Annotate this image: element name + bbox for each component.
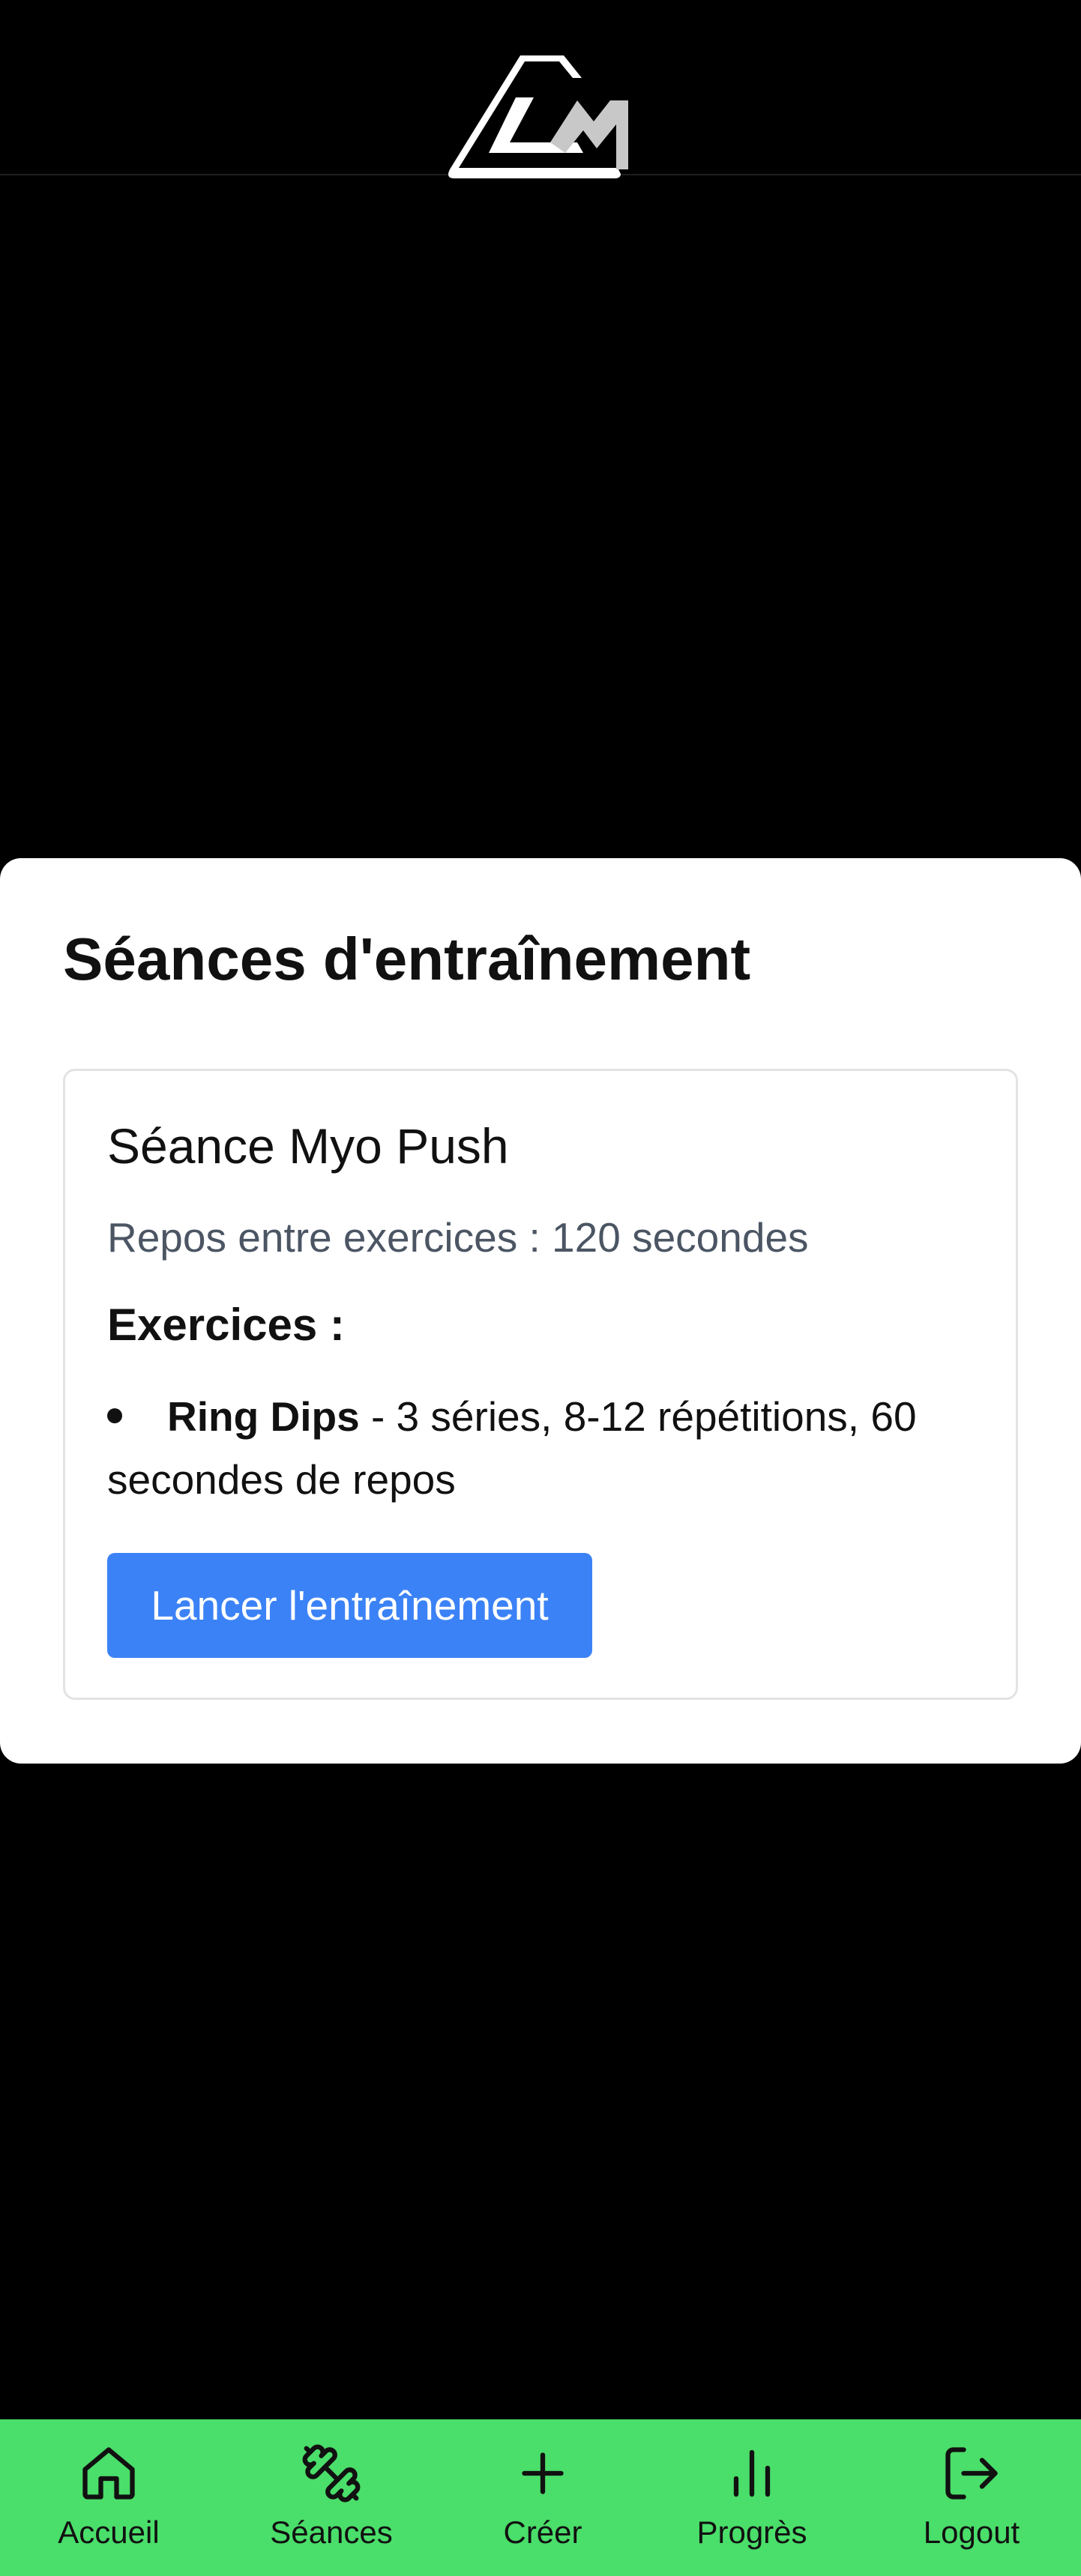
- nav-item-creer[interactable]: Créer: [453, 2419, 633, 2576]
- nav-item-accueil[interactable]: Accueil: [19, 2419, 199, 2576]
- modal-title: Séances d'entraînement: [63, 926, 751, 992]
- nav-label-logout: Logout: [923, 2515, 1020, 2550]
- nav-item-seances[interactable]: Séances: [241, 2419, 421, 2576]
- logout-icon: [945, 2447, 998, 2500]
- nav-item-logout[interactable]: Logout: [882, 2419, 1062, 2576]
- nav-item-progres[interactable]: Progrès: [662, 2419, 842, 2576]
- plus-icon: [522, 2452, 564, 2494]
- rest-info: Repos entre exercices : 120 secondes: [107, 1214, 809, 1261]
- home-icon: [82, 2447, 135, 2500]
- bar-chart-icon: [733, 2449, 771, 2497]
- bullet-icon: [107, 1408, 122, 1423]
- launch-workout-button[interactable]: Lancer l'entraînement: [107, 1553, 592, 1658]
- exercise-list: Ring Dips - 3 séries, 8-12 répétitions, …: [107, 1385, 962, 1511]
- brand-logo-icon[interactable]: [444, 46, 639, 178]
- nav-label-seances: Séances: [270, 2515, 393, 2550]
- app-page: Séances d'entraînement Séance Myo Push R…: [0, 0, 1081, 2576]
- session-name: Séance Myo Push: [107, 1118, 509, 1174]
- exercises-heading: Exercices :: [107, 1300, 345, 1350]
- nav-label-progres: Progrès: [696, 2515, 807, 2550]
- top-header: [0, 0, 1081, 178]
- nav-label-creer: Créer: [503, 2515, 582, 2550]
- bottom-nav: Accueil Séances Créer Progrès Logout: [0, 2419, 1081, 2576]
- dumbbell-icon: [302, 2444, 361, 2503]
- nav-label-accueil: Accueil: [58, 2515, 160, 2550]
- exercise-name: Ring Dips: [167, 1393, 360, 1440]
- list-item: Ring Dips - 3 séries, 8-12 répétitions, …: [107, 1385, 962, 1511]
